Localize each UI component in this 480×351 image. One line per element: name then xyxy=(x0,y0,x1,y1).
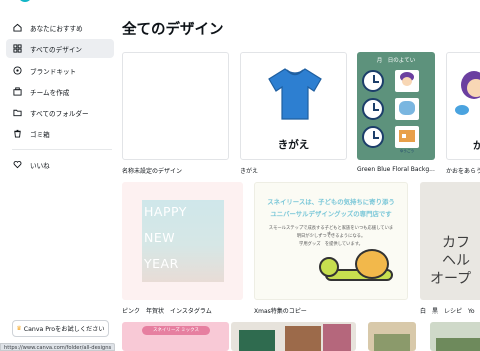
design-thumbnail-untitled[interactable] xyxy=(122,52,229,160)
new-text: NEW xyxy=(144,230,176,245)
xmas-headline-2: ユニバーサルデザイングッズの専門店です xyxy=(270,210,392,218)
photo-image xyxy=(436,338,480,351)
recipe-text-1: カフ xyxy=(442,235,470,251)
canva-pro-label: Canva Proをお試しください xyxy=(23,326,105,333)
design-text: スネイリーズ ミックス xyxy=(142,326,210,335)
photo-image xyxy=(239,330,275,351)
happy-text: HAPPY xyxy=(144,204,187,219)
canva-pro-button[interactable]: ♛ Canva Proをお試しください xyxy=(12,320,109,337)
sidebar-item-all-folders[interactable]: すべてのフォルダー xyxy=(6,103,114,122)
sidebar-item-brand-kit[interactable]: ブランドキット xyxy=(6,61,114,80)
photo-image xyxy=(285,326,321,351)
design-thumbnail-floral[interactable]: 月 日のよてい ゆうごう xyxy=(357,52,435,160)
sidebar-divider xyxy=(12,149,112,150)
sidebar-item-for-you[interactable]: あなたにおすすめ xyxy=(6,18,114,37)
design-caption[interactable]: 白 黒 レシピ Yo xyxy=(420,306,480,315)
illustration xyxy=(395,70,419,92)
design-caption[interactable]: きがえ xyxy=(240,166,350,175)
sidebar-item-label: あなたにおすすめ xyxy=(30,24,83,33)
design-caption[interactable]: 名称未設定のデザイン xyxy=(122,166,232,175)
status-url: https://www.canva.com/folder/all-designs xyxy=(0,343,116,351)
xmas-body-2: 明日が少しずつできるようになる。 xyxy=(296,234,366,239)
home-icon xyxy=(12,23,22,33)
page-title: 全てのデザイン xyxy=(122,22,224,38)
year-text: YEAR xyxy=(144,256,179,271)
design-thumbnail-snailies-mix[interactable]: スネイリーズ ミックス xyxy=(122,322,229,351)
clock-icon xyxy=(362,126,384,148)
recipe-text-3: オープ xyxy=(430,271,472,287)
clock-icon xyxy=(362,98,384,120)
floral-header-text: 月 日のよてい xyxy=(376,58,416,64)
snail-shell-illustration xyxy=(355,249,389,279)
design-thumbnail-new-year[interactable]: HAPPY NEW YEAR xyxy=(122,182,243,300)
sidebar-item-label: ブランドキット xyxy=(30,67,77,76)
sidebar-item-create-team[interactable]: チームを作成 xyxy=(6,82,114,101)
folder-icon xyxy=(12,108,22,118)
recipe-text-2: ヘル xyxy=(442,253,470,269)
sidebar-item-label: すべてのデザイン xyxy=(30,45,83,54)
grid-icon xyxy=(12,44,22,54)
sidebar-item-label: チームを作成 xyxy=(30,88,70,97)
design-caption[interactable]: ピンク 年賀状 インスタグラム xyxy=(122,306,246,315)
sidebar-item-label: すべてのフォルダー xyxy=(30,109,89,118)
design-caption[interactable]: かおをあらう xyxy=(446,166,480,175)
snail-head-illustration xyxy=(319,257,339,277)
design-thumbnail-photo-1[interactable] xyxy=(231,322,356,351)
sidebar-item-label: ゴミ箱 xyxy=(30,130,50,139)
sidebar-item-all-designs[interactable]: すべてのデザイン xyxy=(6,39,114,58)
xmas-headline-1: スネイリースは、子どもの気持ちに寄り添う xyxy=(267,198,395,206)
brand-kit-icon xyxy=(12,66,22,76)
trash-icon xyxy=(12,129,22,139)
clock-icon xyxy=(362,70,384,92)
design-thumbnail-recipe[interactable]: カフ ヘル オープ xyxy=(420,182,480,300)
tshirt-icon xyxy=(268,68,322,120)
team-icon xyxy=(12,87,22,97)
illustration xyxy=(395,126,419,148)
sidebar-item-trash[interactable]: ゴミ箱 xyxy=(6,124,114,143)
crown-icon: ♛ xyxy=(16,325,22,332)
design-thumbnail-kigae[interactable]: きがえ xyxy=(240,52,347,160)
photo-image xyxy=(374,334,410,351)
sidebar-item-label: いいね xyxy=(30,161,50,170)
xmas-body-3: 学用グッズ を提供しています。 xyxy=(299,242,363,247)
design-caption[interactable]: Xmas特集のコピー xyxy=(254,306,408,315)
design-thumbnail-xmas[interactable]: スネイリースは、子どもの気持ちに寄り添う ユニバーサルデザイングッズの専門店です… xyxy=(254,182,408,300)
water-illustration xyxy=(455,105,469,115)
sidebar-item-likes[interactable]: いいね xyxy=(6,155,114,174)
design-caption[interactable]: Green Blue Floral Backg... xyxy=(357,166,437,173)
sidebar: あなたにおすすめ すべてのデザイン ブランドキット チームを作成 すべてのフォル xyxy=(0,0,118,351)
design-thumbnail-photo-3[interactable] xyxy=(430,322,480,351)
canva-logo-icon[interactable] xyxy=(18,0,32,2)
face-illustration xyxy=(467,79,480,97)
heart-icon xyxy=(12,160,22,170)
design-text: きがえ xyxy=(277,139,310,151)
design-thumbnail-kao[interactable]: か xyxy=(446,52,480,160)
photo-image xyxy=(323,324,351,351)
design-thumbnail-photo-2[interactable] xyxy=(368,322,416,351)
app-window: あなたにおすすめ すべてのデザイン ブランドキット チームを作成 すべてのフォル xyxy=(0,0,480,351)
design-text: か xyxy=(473,137,480,152)
illustration xyxy=(395,98,419,120)
floral-bottom-label: ゆうごう xyxy=(399,149,415,153)
